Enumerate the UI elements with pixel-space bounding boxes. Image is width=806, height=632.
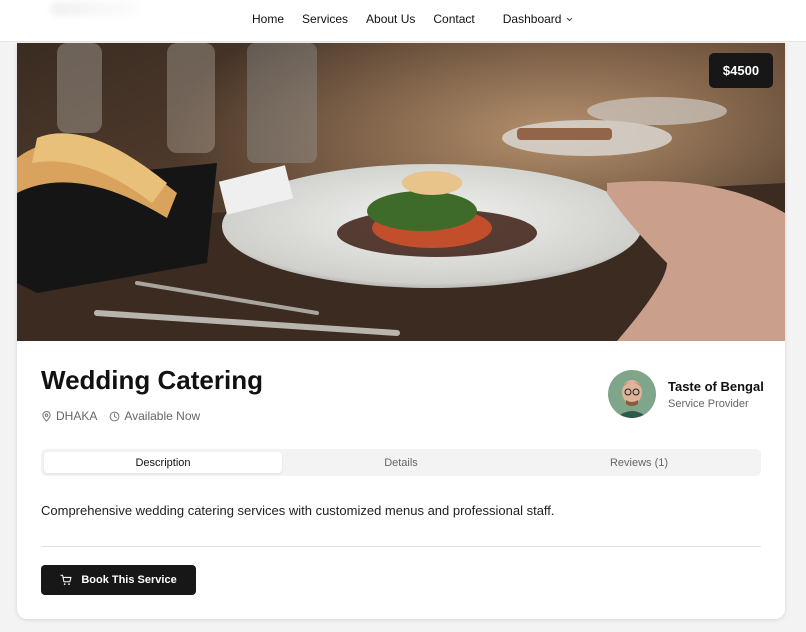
tab-reviews[interactable]: Reviews (1) [520, 452, 758, 473]
book-service-label: Book This Service [81, 574, 177, 586]
shopping-cart-icon [60, 574, 72, 585]
provider-name: Taste of Bengal [668, 378, 764, 394]
book-service-button[interactable]: Book This Service [41, 565, 196, 595]
nav-dashboard-label: Dashboard [502, 12, 562, 26]
service-description: Comprehensive wedding catering services … [41, 503, 555, 518]
service-title: Wedding Catering [41, 365, 263, 395]
provider-text: Taste of Bengal Service Provider [668, 379, 764, 410]
service-location: DHAKA [56, 409, 98, 423]
tab-description[interactable]: Description [44, 452, 282, 473]
service-availability: Available Now [124, 409, 201, 423]
nav-services-link[interactable]: Services [302, 12, 348, 26]
nav-links: Home Services About Us Contact Dashboard [252, 12, 591, 26]
service-hero-image: $4500 [17, 43, 785, 341]
provider-info: Taste of Bengal Service Provider [608, 370, 764, 418]
service-card: $4500 Wedding Catering DHAKA Available N… [17, 43, 785, 619]
service-tabs: Description Details Reviews (1) [41, 449, 761, 476]
service-meta: DHAKA Available Now [41, 409, 200, 423]
navbar-logo-faded [50, 2, 140, 16]
chevron-down-icon [567, 17, 573, 21]
catering-photo [17, 43, 785, 341]
tab-details[interactable]: Details [282, 452, 520, 473]
map-pin-icon [42, 410, 51, 422]
clock-icon [109, 411, 120, 421]
nav-contact-link[interactable]: Contact [433, 12, 474, 26]
nav-home-link[interactable]: Home [252, 12, 284, 26]
nav-dashboard-dropdown[interactable]: Dashboard [503, 12, 574, 26]
price-badge: $4500 [709, 53, 773, 88]
avatar [608, 370, 656, 418]
provider-role: Service Provider [668, 397, 749, 410]
nav-about-link[interactable]: About Us [366, 12, 415, 26]
top-navbar: Home Services About Us Contact Dashboard [0, 0, 806, 42]
divider [41, 546, 761, 547]
